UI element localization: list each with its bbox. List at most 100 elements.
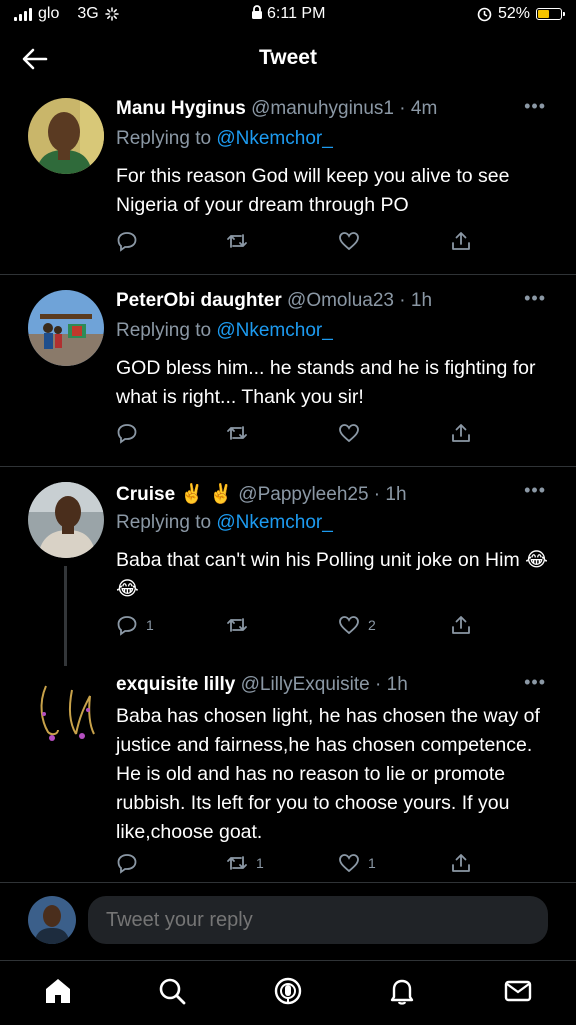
tweet-4[interactable]: exquisite lilly @LillyExquisite · 1h •••…	[0, 664, 576, 880]
tweet-actions: 1 1	[116, 852, 470, 880]
home-icon	[46, 979, 70, 1003]
divider	[0, 274, 576, 275]
share-button[interactable]	[450, 422, 472, 444]
page-title: Tweet	[259, 46, 317, 69]
display-name[interactable]: Cruise ✌️ ✌️	[116, 484, 233, 505]
reply-icon	[117, 424, 137, 444]
tab-notifications[interactable]	[386, 975, 418, 1007]
retweet-button[interactable]: 1	[226, 852, 264, 874]
like-count: 2	[368, 617, 376, 633]
like-button[interactable]: 2	[338, 614, 376, 636]
like-button[interactable]	[338, 422, 368, 444]
mention-link[interactable]: @Nkemchor_	[216, 320, 332, 341]
more-options-icon[interactable]: •••	[524, 96, 546, 117]
timestamp: 1h	[410, 290, 433, 311]
reply-input[interactable]	[88, 896, 548, 944]
reply-icon	[117, 232, 137, 252]
share-icon	[452, 854, 470, 872]
like-button[interactable]	[338, 230, 368, 252]
reply-icon	[117, 854, 137, 874]
retweet-icon	[227, 618, 247, 632]
divider	[0, 882, 576, 883]
more-options-icon[interactable]: •••	[524, 672, 546, 693]
share-button[interactable]	[450, 614, 472, 636]
retweet-button[interactable]	[226, 230, 256, 252]
tweet-text: GOD bless him... he stands and he is fig…	[116, 357, 536, 408]
reply-count: 1	[146, 617, 154, 633]
tab-home[interactable]	[42, 975, 74, 1007]
user-avatar[interactable]	[28, 896, 76, 944]
spaces-icon	[274, 977, 302, 1005]
display-name[interactable]: Manu Hyginus	[116, 98, 246, 119]
time-label: 6:11 PM	[267, 5, 326, 22]
reply-button[interactable]	[116, 230, 146, 252]
heart-icon	[339, 424, 359, 443]
more-options-icon[interactable]: •••	[524, 288, 546, 309]
handle[interactable]: @LillyExquisite	[241, 674, 370, 695]
avatar[interactable]	[28, 674, 104, 750]
reply-bar	[0, 884, 576, 958]
alarm-icon	[477, 7, 492, 21]
reply-button[interactable]: 1	[116, 614, 154, 636]
share-icon	[452, 424, 470, 442]
tweet-header: Manu Hyginus @manuhyginus1 · 4m	[116, 98, 438, 119]
tweet-text: Baba has chosen light, he has chosen the…	[116, 705, 540, 843]
replying-prefix: Replying to	[116, 320, 212, 341]
timestamp: 1h	[385, 484, 407, 505]
tweet-actions: 1 2	[116, 614, 470, 642]
avatar[interactable]	[28, 482, 104, 558]
display-name[interactable]: PeterObi daughter	[116, 290, 282, 311]
status-right: 52%	[477, 5, 565, 23]
tweet-1[interactable]: Manu Hyginus @manuhyginus1 · 4m ••• Repl…	[0, 88, 576, 274]
thread-connector	[64, 566, 67, 666]
tweet-header: Cruise ✌️ ✌️ @Pappyleeh25 · 1h	[116, 484, 407, 505]
tab-search[interactable]	[156, 975, 188, 1007]
more-options-icon[interactable]: •••	[524, 480, 546, 501]
status-bar: glo 3G 6:11 PM 52%	[0, 0, 576, 30]
tab-messages[interactable]	[502, 975, 534, 1007]
tweet-text: Baba that can't win his Polling unit jok…	[116, 549, 548, 600]
replying-to: Replying to @Nkemchor_	[116, 512, 333, 534]
like-button[interactable]: 1	[338, 852, 376, 874]
tweet-2[interactable]: PeterObi daughter @Omolua23 · 1h ••• Rep…	[0, 280, 576, 466]
reply-icon	[117, 616, 137, 636]
handle[interactable]: @Omolua23	[287, 290, 394, 311]
retweet-icon	[227, 426, 247, 440]
replying-prefix: Replying to	[116, 128, 212, 149]
divider	[0, 466, 576, 467]
retweet-button[interactable]	[226, 422, 256, 444]
timestamp: 4m	[410, 98, 438, 119]
heart-icon	[339, 854, 359, 873]
heart-icon	[339, 232, 359, 251]
tweet-actions	[116, 230, 470, 258]
retweet-count: 1	[256, 855, 264, 871]
like-count: 1	[368, 855, 376, 871]
tweet-3[interactable]: Cruise ✌️ ✌️ @Pappyleeh25 · 1h ••• Reply…	[0, 472, 576, 668]
share-button[interactable]	[450, 230, 472, 252]
retweet-button[interactable]	[226, 614, 256, 636]
timestamp: 1h	[386, 674, 408, 695]
reply-button[interactable]	[116, 852, 146, 874]
replying-prefix: Replying to	[116, 512, 212, 533]
reply-button[interactable]	[116, 422, 146, 444]
handle[interactable]: @Pappyleeh25	[238, 484, 368, 505]
share-button[interactable]	[450, 852, 472, 874]
tweet-header: PeterObi daughter @Omolua23 · 1h	[116, 290, 433, 311]
header: Tweet	[0, 34, 576, 84]
lock-icon	[251, 5, 262, 19]
tweet-header: exquisite lilly @LillyExquisite · 1h	[116, 674, 408, 695]
messages-icon	[504, 980, 532, 1002]
bottom-tab-bar	[0, 960, 576, 1025]
avatar[interactable]	[28, 98, 104, 174]
mention-link[interactable]: @Nkemchor_	[216, 128, 332, 149]
tweet-text: For this reason God will keep you alive …	[116, 165, 510, 216]
tab-spaces[interactable]	[272, 975, 304, 1007]
tweet-actions	[116, 422, 470, 450]
search-icon	[159, 978, 186, 1005]
retweet-icon	[227, 234, 247, 248]
mention-link[interactable]: @Nkemchor_	[216, 512, 332, 533]
display-name[interactable]: exquisite lilly	[116, 674, 235, 695]
battery-percent: 52%	[497, 5, 530, 22]
handle[interactable]: @manuhyginus1	[251, 98, 394, 119]
avatar[interactable]	[28, 290, 104, 366]
